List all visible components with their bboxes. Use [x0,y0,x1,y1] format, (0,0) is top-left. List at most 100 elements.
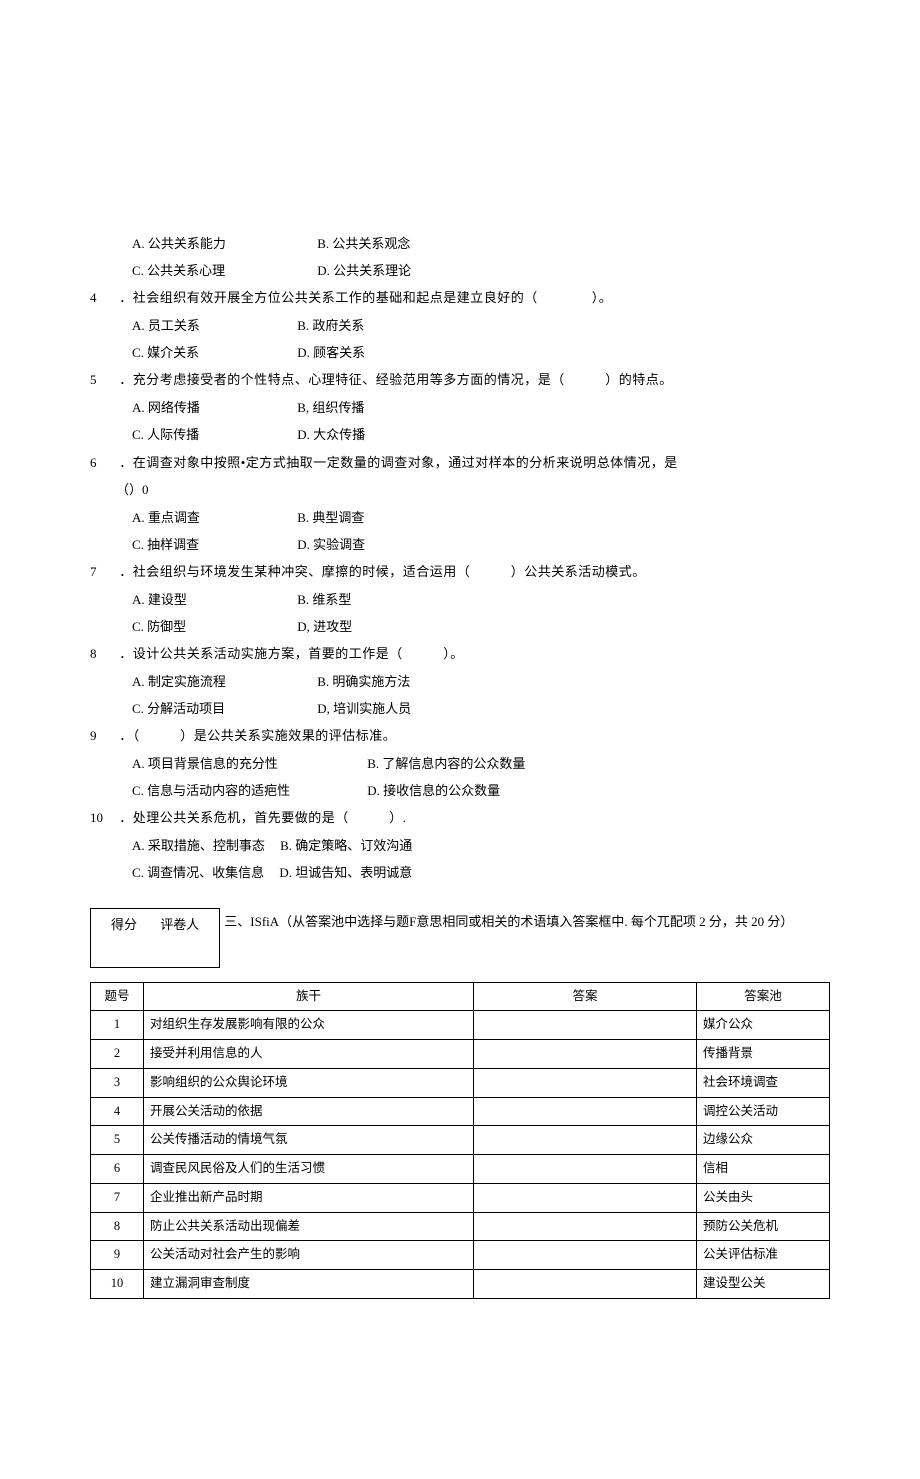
q5-options-row1: A. 网络传播 B, 组织传播 [90,396,830,421]
question-5: 5 ．充分考虑接受者的个性特点、心理特征、经验范用等多方面的情况，是（ ）的特点… [90,368,830,393]
q7-number: 7 [90,560,116,585]
row-pool: 信相 [697,1155,830,1184]
q6-options-row1: A. 重点调查 B. 典型调查 [90,506,830,531]
q9-number: 9 [90,724,116,749]
row-answer[interactable] [474,1011,697,1040]
q4-stem: ．社会组织有效开展全方位公共关系工作的基础和起点是建立良好的（ ）。 [119,290,612,305]
question-8: 8 ．设计公共关系活动实施方案，首要的工作是（ ）。 [90,642,830,667]
q10-option-d: D. 坦诚告知、表明诚意 [279,861,412,886]
q6-options-row2: C. 抽样调查 D. 实验调查 [90,533,830,558]
row-pool: 调控公关活动 [697,1097,830,1126]
q4-option-a: A. 员工关系 [132,314,282,339]
q10-options-row1: A. 采取措施、控制事态 B. 确定策略、订效沟通 [90,834,830,859]
q10-number: 10 [90,806,116,831]
question-10: 10 ．处理公共关系危机，首先要做的是（ ）. [90,806,830,831]
q7-option-d: D, 进攻型 [297,615,352,640]
q10-stem: ．处理公共关系危机，首先要做的是（ ）. [119,810,406,825]
col-number: 题号 [91,982,144,1011]
q7-options-row1: A. 建设型 B. 维系型 [90,588,830,613]
q8-option-d: D, 培训实施人员 [317,697,411,722]
q9-option-d: D. 接收信息的公众数量 [367,779,500,804]
col-answer: 答案 [474,982,697,1011]
q6-option-a: A. 重点调查 [132,506,282,531]
row-answer[interactable] [474,1183,697,1212]
q10-option-c: C. 调查情况、收集信息 [132,861,264,886]
row-answer[interactable] [474,1270,697,1299]
row-pool: 媒介公众 [697,1011,830,1040]
q4-option-b: B. 政府关系 [297,314,364,339]
row-num: 4 [91,1097,144,1126]
row-stem: 开展公关活动的依据 [144,1097,474,1126]
table-row: 5公关传播活动的情境气氛边缘公众 [91,1126,830,1155]
col-stem: 族干 [144,982,474,1011]
score-box: 得分 评卷人 [90,908,220,968]
table-row: 1对组织生存发展影响有限的公众 媒介公众 [91,1011,830,1040]
q4-options-row2: C. 媒介关系 D. 顾客关系 [90,341,830,366]
q3-option-b: B. 公共关系观念 [317,232,410,257]
row-answer[interactable] [474,1097,697,1126]
q5-options-row2: C. 人际传播 D. 大众传播 [90,423,830,448]
q6-stem-line2: （）0 [90,478,830,503]
row-answer[interactable] [474,1126,697,1155]
row-stem: 对组织生存发展影响有限的公众 [144,1011,474,1040]
table-row: 2接受并利用信息的人传播背景 [91,1040,830,1069]
q9-option-c: C. 信息与活动内容的适疤性 [132,779,352,804]
row-pool: 社会环境调查 [697,1068,830,1097]
row-num: 6 [91,1155,144,1184]
q5-option-c: C. 人际传播 [132,423,282,448]
q4-option-d: D. 顾客关系 [297,341,365,366]
row-num: 1 [91,1011,144,1040]
question-4: 4 ．社会组织有效开展全方位公共关系工作的基础和起点是建立良好的（ ）。 [90,286,830,311]
row-stem: 公关活动对社会产生的影响 [144,1241,474,1270]
q9-options-row1: A. 项目背景信息的充分性 B. 了解信息内容的公众数量 [90,752,830,777]
row-answer[interactable] [474,1040,697,1069]
q10-option-a: A. 采取措施、控制事态 [132,834,265,859]
score-label: 得分 [111,913,137,938]
row-pool: 边缘公众 [697,1126,830,1155]
grader-label: 评卷人 [160,913,199,938]
q5-number: 5 [90,368,116,393]
table-header-row: 题号 族干 答案 答案池 [91,982,830,1011]
row-num: 2 [91,1040,144,1069]
row-num: 7 [91,1183,144,1212]
q5-option-b: B, 组织传播 [297,396,364,421]
question-6: 6 ．在调查对象中按照•定方式抽取一定数量的调查对象，通过对样本的分析来说明总体… [90,451,830,476]
q9-options-row2: C. 信息与活动内容的适疤性 D. 接收信息的公众数量 [90,779,830,804]
row-stem: 调查民风民俗及人们的生活习惯 [144,1155,474,1184]
row-answer[interactable] [474,1155,697,1184]
q6-option-b: B. 典型调查 [297,506,364,531]
q9-option-b: B. 了解信息内容的公众数量 [367,752,525,777]
q9-option-a: A. 项目背景信息的充分性 [132,752,352,777]
table-row: 7企业推出新产品时期公关由头 [91,1183,830,1212]
row-stem: 接受并利用信息的人 [144,1040,474,1069]
row-answer[interactable] [474,1241,697,1270]
row-pool: 公关由头 [697,1183,830,1212]
q8-option-b: B. 明确实施方法 [317,670,410,695]
q7-stem: ．社会组织与环境发生某种冲突、摩擦的时候，适合运用（ ）公共关系活动模式。 [119,564,646,579]
q7-options-row2: C. 防御型 D, 进攻型 [90,615,830,640]
q5-stem: ．充分考虑接受者的个性特点、心理特征、经验范用等多方面的情况，是（ ）的特点。 [119,372,673,387]
table-row: 4开展公关活动的依据 调控公关活动 [91,1097,830,1126]
q3-options-row2: C. 公共关系心理 D. 公共关系理论 [90,259,830,284]
col-pool: 答案池 [697,982,830,1011]
section-3-header: 得分 评卷人 三、ISfiA（从答案池中选择与题F意思相同或相关的术语填入答案框… [90,908,830,968]
q8-options-row1: A. 制定实施流程 B. 明确实施方法 [90,670,830,695]
q6-option-c: C. 抽样调查 [132,533,282,558]
q4-option-c: C. 媒介关系 [132,341,282,366]
q8-option-c: C. 分解活动项目 [132,697,302,722]
row-stem: 防止公共关系活动出现偏差 [144,1212,474,1241]
q6-number: 6 [90,451,116,476]
q10-option-b: B. 确定策略、订效沟通 [280,834,412,859]
matching-table: 题号 族干 答案 答案池 1对组织生存发展影响有限的公众 媒介公众 2接受并利用信… [90,982,830,1299]
q3-option-c: C. 公共关系心理 [132,259,302,284]
q8-option-a: A. 制定实施流程 [132,670,302,695]
q3-option-d: D. 公共关系理论 [317,259,411,284]
table-row: 8防止公共关系活动出现偏差预防公关危机 [91,1212,830,1241]
q9-stem: ．（ ）是公共关系实施效果的评估标准。 [119,728,396,743]
row-answer[interactable] [474,1212,697,1241]
table-row: 3影响组织的公众舆论环境社会环境调查 [91,1068,830,1097]
q6-option-d: D. 实验调查 [297,533,365,558]
q4-options-row1: A. 员工关系 B. 政府关系 [90,314,830,339]
q8-options-row2: C. 分解活动项目 D, 培训实施人员 [90,697,830,722]
row-answer[interactable] [474,1068,697,1097]
